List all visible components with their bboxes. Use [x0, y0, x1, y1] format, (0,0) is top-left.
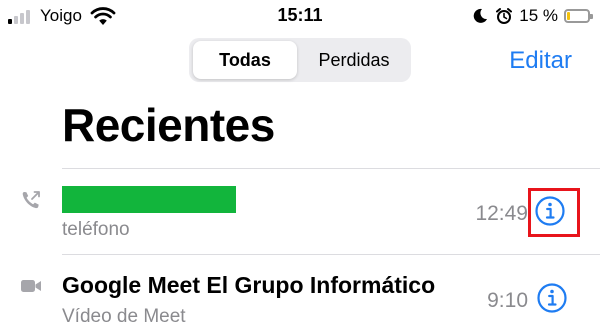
redacted-contact-name — [62, 186, 236, 213]
call-time: 12:49 — [475, 202, 528, 225]
segment-todas[interactable]: Todas — [193, 41, 297, 79]
status-bar: Yoigo 15:11 15 % — [0, 0, 600, 32]
edit-button[interactable]: Editar — [509, 47, 572, 75]
battery-icon — [564, 9, 593, 23]
contact-name: Google Meet El Grupo Informático — [62, 272, 436, 298]
call-subtitle: Vídeo de Meet — [62, 306, 186, 327]
call-row[interactable]: Google Meet El Grupo Informático Vídeo d… — [0, 255, 600, 332]
status-right: 15 % — [471, 6, 593, 26]
call-time: 9:10 — [487, 289, 528, 312]
segment-perdidas[interactable]: Perdidas — [301, 41, 407, 79]
highlight-box — [528, 188, 580, 237]
info-icon[interactable] — [536, 282, 568, 314]
alarm-icon — [496, 8, 513, 24]
page-title: Recientes — [62, 99, 275, 151]
call-filter-segmented-control: Todas Perdidas — [189, 38, 411, 82]
moon-icon — [473, 8, 488, 23]
video-call-icon — [21, 280, 41, 292]
battery-percent: 15 % — [519, 6, 558, 25]
call-subtitle: teléfono — [62, 219, 130, 240]
phone-screen: Yoigo 15:11 15 % Todas Perdidas Editar R… — [0, 0, 600, 332]
outgoing-call-icon — [22, 191, 40, 209]
battery-level — [567, 12, 570, 20]
call-row[interactable]: teléfono 12:49 — [0, 169, 600, 254]
